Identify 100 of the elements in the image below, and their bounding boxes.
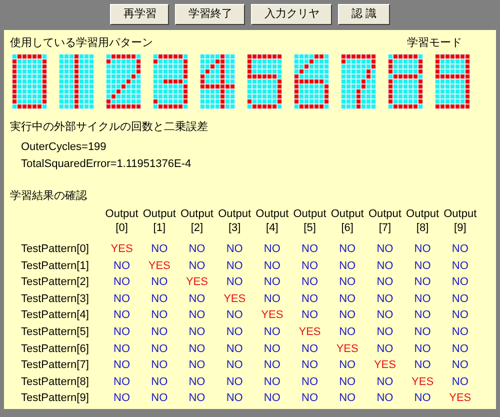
result-cell-text: NO — [414, 342, 431, 357]
result-cell-text: NO — [151, 374, 168, 390]
result-cell-text: NO — [414, 308, 431, 324]
result-cell-text: NO — [114, 292, 130, 307]
result-cell-text: NO — [264, 358, 280, 374]
result-cell-text: NO — [302, 374, 318, 390]
result-cell-text: YES — [374, 358, 396, 374]
column-header: Output [9] — [442, 207, 478, 236]
result-cell-text: NO — [151, 242, 168, 258]
result-cell-text: YES — [186, 275, 208, 290]
column-header: Output [2] — [179, 207, 214, 236]
row-label: TestPattern[3] — [20, 292, 90, 307]
status-text: OuterCycles=199 — [20, 140, 108, 155]
result-cell-text: NO — [226, 358, 243, 374]
result-cell-text: NO — [376, 308, 394, 324]
result-cell-text: NO — [452, 342, 468, 357]
result-cell-text: NO — [414, 391, 431, 406]
result-cell-text: NO — [302, 292, 318, 307]
result-cell-text: NO — [376, 374, 394, 390]
result-cell-text: NO — [302, 391, 318, 406]
result-cell-text: NO — [339, 275, 356, 290]
result-cell-text: NO — [151, 391, 168, 406]
row-label: TestPattern[4] — [20, 308, 90, 324]
result-cell-text: NO — [452, 242, 468, 258]
column-header: Output [7] — [367, 207, 402, 236]
result-cell-text: NO — [188, 391, 206, 406]
result-cell-text: NO — [226, 258, 243, 274]
result-cell-text: YES — [449, 391, 472, 406]
result-cell-text: NO — [188, 258, 206, 274]
result-cell-text: NO — [302, 342, 318, 357]
column-header: Output [8] — [405, 207, 440, 236]
result-cell-text: NO — [264, 275, 280, 290]
result-cell-text: NO — [188, 342, 206, 357]
pixel-pattern-grid — [200, 54, 235, 109]
toolbar-button[interactable]: 入力クリヤ — [251, 4, 332, 25]
toolbar-button[interactable]: 学習終了 — [175, 4, 246, 25]
result-cell-text: YES — [298, 325, 321, 340]
result-cell-text: NO — [302, 358, 318, 374]
result-cell-text: YES — [148, 258, 170, 274]
result-cell-text: YES — [224, 292, 246, 307]
toolbar-button[interactable]: 認 識 — [338, 4, 390, 25]
result-cell-text: NO — [114, 391, 130, 406]
result-cell-text: NO — [376, 258, 394, 274]
result-cell-text: NO — [376, 342, 394, 357]
result-cell-text: YES — [261, 308, 284, 324]
result-cell-text: NO — [302, 275, 318, 290]
result-cell-text: NO — [264, 325, 280, 340]
section-title: 使用している学習用パターン — [10, 36, 153, 51]
result-cell-text: NO — [226, 242, 243, 258]
result-cell-text: NO — [339, 292, 356, 307]
result-cell-text: NO — [114, 308, 130, 324]
result-cell-text: NO — [339, 358, 356, 374]
result-cell-text: NO — [188, 325, 206, 340]
pixel-pattern-grid — [435, 54, 470, 109]
result-cell-text: NO — [188, 292, 206, 307]
pixel-pattern-grid — [341, 54, 376, 109]
result-cell-text: NO — [339, 308, 356, 324]
result-cell-text: NO — [452, 258, 468, 274]
result-cell-text: NO — [114, 358, 130, 374]
row-label: TestPattern[5] — [20, 325, 90, 340]
result-cell-text: NO — [114, 374, 130, 390]
result-cell-text: YES — [336, 342, 358, 357]
column-header: Output [4] — [254, 207, 290, 236]
result-cell-text: NO — [226, 275, 243, 290]
result-cell-text: NO — [414, 275, 431, 290]
result-cell-text: NO — [414, 242, 431, 258]
result-cell-text: NO — [339, 325, 356, 340]
result-cell-text: NO — [151, 358, 168, 374]
toolbar-button[interactable]: 再学習 — [110, 4, 170, 25]
pixel-pattern-grid — [106, 54, 141, 109]
mode-label: 学習モード — [407, 36, 462, 51]
result-cell-text: NO — [188, 242, 206, 258]
result-cell-text: NO — [414, 292, 431, 307]
row-label: TestPattern[2] — [20, 275, 90, 290]
result-cell-text: NO — [376, 275, 394, 290]
result-cell-text: NO — [151, 325, 168, 340]
row-label: TestPattern[6] — [20, 342, 90, 357]
row-label: TestPattern[9] — [20, 391, 90, 406]
column-header: Output [6] — [330, 207, 365, 236]
section-title: 学習結果の確認 — [10, 189, 88, 204]
result-cell-text: NO — [302, 242, 318, 258]
result-cell-text: NO — [414, 258, 431, 274]
pixel-pattern-grid — [153, 54, 188, 109]
result-cell-text: NO — [376, 242, 394, 258]
pixel-pattern-grid — [12, 54, 47, 109]
section-title: 実行中の外部サイクルの回数と二乗誤差 — [10, 120, 209, 135]
row-label: TestPattern[7] — [20, 358, 90, 374]
pixel-pattern-grid — [388, 54, 423, 109]
result-cell-text: NO — [452, 325, 468, 340]
pixel-pattern-grid — [294, 54, 329, 109]
result-cell-text: NO — [339, 391, 356, 406]
result-cell-text: NO — [226, 308, 243, 324]
pixel-pattern-grid — [59, 54, 94, 109]
result-cell-text: NO — [151, 342, 168, 357]
result-cell-text: NO — [452, 275, 468, 290]
result-cell-text: NO — [226, 374, 243, 390]
result-cell-text: NO — [226, 391, 243, 406]
row-label: TestPattern[1] — [20, 258, 90, 274]
result-cell-text: NO — [264, 342, 280, 357]
result-cell-text: YES — [110, 242, 133, 258]
